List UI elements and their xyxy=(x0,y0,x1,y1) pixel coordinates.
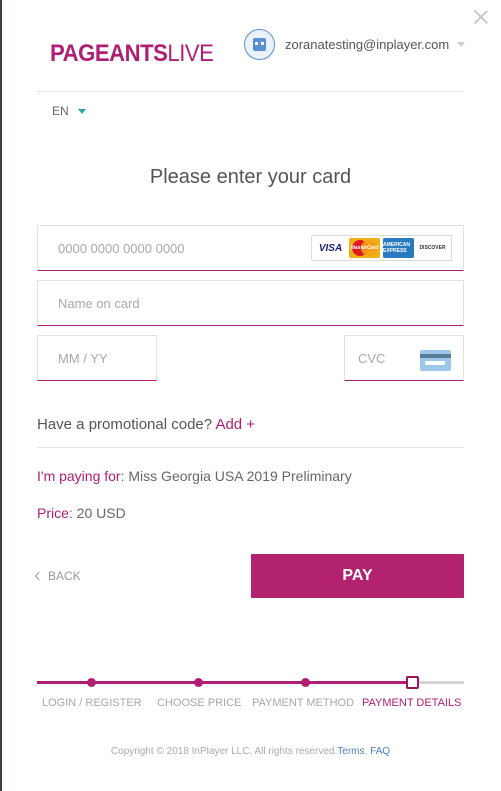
paying-for-label: I'm paying for xyxy=(37,468,121,484)
card-back-icon xyxy=(420,350,451,371)
language-value: EN xyxy=(52,104,69,118)
discover-icon: DISCOVER xyxy=(417,238,448,258)
page-title: Please enter your card xyxy=(149,166,352,188)
copyright-text: Copyright © 2018 InPlayer LLC, All right… xyxy=(110,746,338,757)
header-divider xyxy=(37,91,464,92)
back-button[interactable]: BACK xyxy=(34,569,81,583)
footer: Copyright © 2018 InPlayer LLC, All right… xyxy=(0,746,501,757)
promo-divider xyxy=(37,447,464,448)
promo-code-row: Have a promotional code? Add + xyxy=(37,416,255,433)
add-promo-button[interactable]: Add + xyxy=(215,416,255,433)
step-marker-current xyxy=(406,676,419,689)
price-row: Price: 20 USD xyxy=(37,505,126,521)
progress-line-remaining xyxy=(418,681,464,684)
language-selector[interactable]: EN xyxy=(52,104,86,118)
card-logos: VISA MasterCard AMERICAN EXPRESS DISCOVE… xyxy=(311,235,452,261)
user-menu[interactable]: zoranatesting@inplayer.com xyxy=(244,29,466,60)
close-icon[interactable] xyxy=(472,8,490,26)
name-on-card-input[interactable] xyxy=(38,281,463,325)
amex-icon: AMERICAN EXPRESS xyxy=(383,238,414,258)
chevron-left-icon xyxy=(34,571,44,581)
card-number-field[interactable]: VISA MasterCard AMERICAN EXPRESS DISCOVE… xyxy=(37,225,464,271)
faq-link[interactable]: FAQ xyxy=(370,746,390,757)
pay-button[interactable]: PAY xyxy=(251,554,464,598)
price-value: : 20 USD xyxy=(68,505,126,521)
step-dot-method xyxy=(301,678,310,687)
user-email: zoranatesting@inplayer.com xyxy=(285,37,450,52)
visa-icon: VISA xyxy=(318,242,343,254)
step-label-login: LOGIN / REGISTER xyxy=(42,697,142,709)
step-label-details: PAYMENT DETAILS xyxy=(362,697,462,709)
expiry-input[interactable] xyxy=(38,336,156,380)
back-label: BACK xyxy=(48,569,81,583)
brand-logo: PAGEANTSLIVE xyxy=(50,40,214,67)
chevron-down-icon[interactable] xyxy=(457,42,466,47)
terms-link[interactable]: Terms xyxy=(337,746,364,757)
mastercard-icon: MasterCard xyxy=(349,238,380,258)
avatar-icon xyxy=(253,38,266,51)
step-label-method: PAYMENT METHOD xyxy=(252,697,355,709)
paying-for-row: I'm paying for: Miss Georgia USA 2019 Pr… xyxy=(37,468,352,484)
expiry-field[interactable] xyxy=(37,335,157,381)
paying-for-value: : Miss Georgia USA 2019 Preliminary xyxy=(120,468,352,484)
avatar xyxy=(244,29,275,60)
name-on-card-field[interactable] xyxy=(37,280,464,326)
promo-question: Have a promotional code? xyxy=(37,416,213,433)
step-label-price: CHOOSE PRICE xyxy=(157,697,242,709)
chevron-down-icon xyxy=(77,108,86,114)
footer-separator: , xyxy=(364,746,368,757)
step-dot-login xyxy=(87,678,96,687)
window-edge xyxy=(0,0,2,791)
cvc-field[interactable] xyxy=(344,335,464,381)
price-label: Price xyxy=(37,505,69,521)
step-dot-price xyxy=(194,678,203,687)
